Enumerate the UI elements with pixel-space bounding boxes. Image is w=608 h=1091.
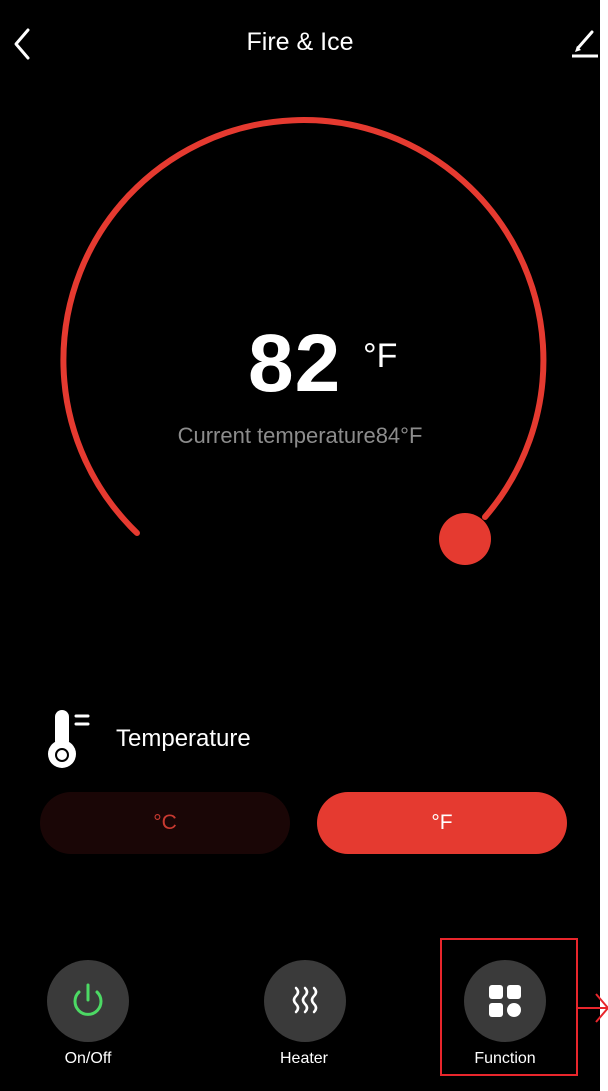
on-off-action[interactable]: On/Off — [8, 960, 168, 1080]
on-off-circle — [47, 960, 129, 1042]
set-temperature-unit: °F — [363, 337, 398, 375]
celsius-button[interactable]: °C — [40, 792, 290, 854]
current-temperature-row: Current temperature84°F — [0, 420, 600, 452]
current-temperature-label: Current temperature — [177, 423, 376, 448]
heater-action[interactable]: Heater — [224, 960, 384, 1080]
thermometer-icon — [44, 708, 96, 770]
heater-circle — [264, 960, 346, 1042]
fahrenheit-button[interactable]: °F — [317, 792, 567, 854]
on-off-label: On/Off — [64, 1050, 112, 1067]
set-temperature-value: 82 — [248, 318, 342, 409]
app-screen: Fire & Ice 82 °F Current temperature84°F… — [0, 0, 600, 1091]
power-icon — [73, 983, 103, 1016]
function-highlight-box — [440, 938, 578, 1076]
heater-label: Heater — [279, 1050, 329, 1067]
current-temperature-value: 84°F — [375, 423, 423, 448]
temperature-section-label: Temperature — [116, 725, 251, 752]
heat-waves-icon — [292, 986, 318, 1014]
dial-knob — [439, 513, 491, 565]
callout-arrow-icon — [578, 993, 608, 1023]
